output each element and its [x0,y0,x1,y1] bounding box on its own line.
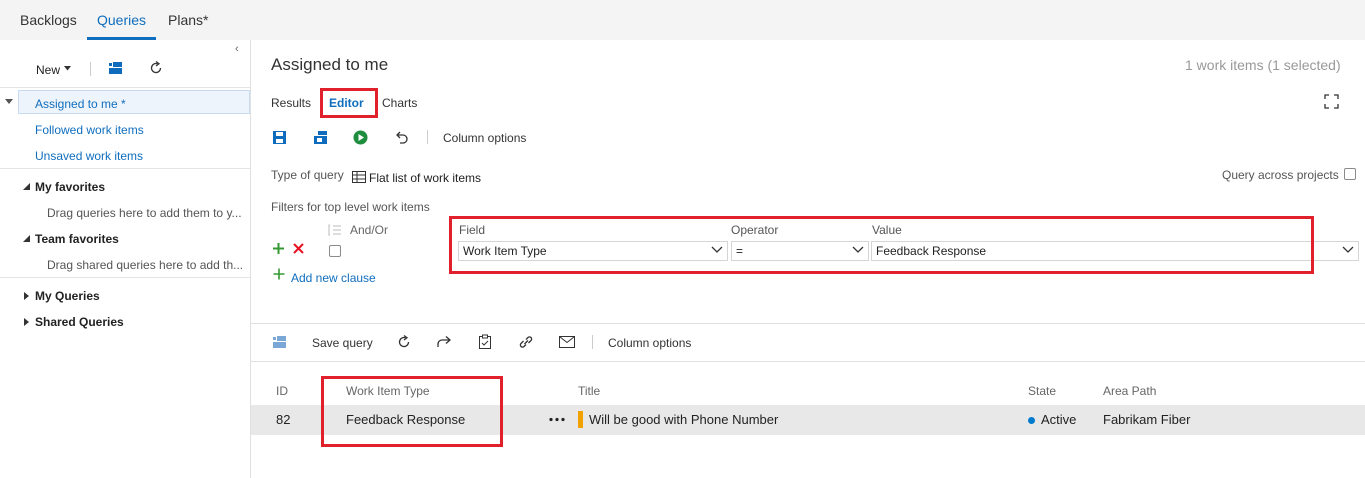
link-icon[interactable] [518,335,534,349]
fullscreen-icon[interactable] [1324,94,1339,109]
divider [0,277,250,278]
shared-queries-folder[interactable]: Shared Queries [35,315,124,329]
collapsed-triangle-icon[interactable] [24,292,29,300]
divider [251,361,1365,362]
clipboard-icon[interactable] [478,334,492,350]
query-assigned-to-me[interactable]: Assigned to me * [35,97,126,111]
toolbar-divider [90,62,91,76]
my-favorites-hint: Drag queries here to add them to y... [47,206,242,220]
cell-state: Active [1041,412,1077,427]
flat-list-icon [352,171,366,183]
column-header-id[interactable]: ID [276,384,288,398]
and-or-header: And/Or [350,223,389,237]
add-new-clause-link[interactable]: Add new clause [291,271,376,285]
my-favorites-heading[interactable]: My favorites [35,180,105,194]
divider [0,168,250,169]
query-followed-work-items[interactable]: Followed work items [35,123,144,137]
column-header-area-path[interactable]: Area Path [1103,384,1156,398]
save-query-button[interactable]: Save query [312,336,373,350]
work-item-count: 1 work items (1 selected) [1185,57,1341,73]
my-queries-folder[interactable]: My Queries [35,289,100,303]
save-icon[interactable] [272,130,287,145]
top-nav: Backlogs Queries Plans* [0,0,1365,40]
team-favorites-hint: Drag shared queries here to add th... [47,258,244,272]
remove-clause-icon[interactable] [292,242,305,255]
collapsed-triangle-icon[interactable] [24,318,29,326]
expanded-triangle-icon[interactable] [23,235,30,242]
query-type-selector[interactable]: Flat list of work items [369,171,481,185]
forward-icon[interactable] [436,335,452,349]
column-options-button[interactable]: Column options [608,336,691,350]
cell-title[interactable]: Will be good with Phone Number [589,412,778,427]
state-active-dot-icon [1028,417,1035,424]
expanded-triangle-icon[interactable] [23,183,30,190]
column-options-button[interactable]: Column options [443,131,526,145]
new-query-icon[interactable] [108,61,124,75]
undo-icon[interactable] [394,130,409,145]
toolbar-divider [592,335,593,349]
new-query-icon[interactable] [272,335,288,349]
new-button[interactable]: New [36,63,60,77]
new-dropdown-caret-icon[interactable] [64,66,71,71]
tab-plans[interactable]: Plans* [168,12,208,28]
insert-clause-icon[interactable] [272,242,285,255]
query-title: Assigned to me [271,55,389,74]
tab-results[interactable]: Results [271,96,311,110]
query-across-projects-checkbox[interactable] [1344,168,1356,180]
query-unsaved-work-items[interactable]: Unsaved work items [35,149,143,163]
refresh-icon[interactable] [148,60,164,76]
toolbar-divider [427,130,428,144]
run-query-icon[interactable] [353,130,368,145]
work-item-type-highlight [321,376,503,447]
save-as-icon[interactable] [313,130,329,145]
collapse-pane-icon[interactable]: ‹ [235,43,239,55]
work-item-color-bar [578,411,583,428]
team-favorites-heading[interactable]: Team favorites [35,232,119,246]
editor-tab-highlight [320,88,378,118]
column-header-state[interactable]: State [1028,384,1056,398]
refresh-icon[interactable] [396,334,412,350]
cell-area-path: Fabrikam Fiber [1103,412,1191,427]
divider [251,323,1365,324]
group-clauses-icon[interactable] [328,224,342,236]
filters-label: Filters for top level work items [271,200,430,214]
left-pane: ‹ New Assigned to me * Followed work ite… [0,40,251,478]
tab-queries[interactable]: Queries [97,12,146,28]
clause-highlight [449,216,1314,274]
type-of-query-label: Type of query [271,168,344,182]
expand-caret-icon[interactable] [5,99,13,105]
cell-id: 82 [276,412,291,427]
new-button-label: New [36,63,61,77]
tab-charts[interactable]: Charts [382,96,417,110]
divider [0,87,250,88]
query-across-projects-label: Query across projects [1222,168,1339,182]
column-header-title[interactable]: Title [578,384,600,398]
add-clause-icon[interactable] [273,268,285,280]
clause-select-checkbox[interactable] [329,245,341,257]
email-icon[interactable] [559,336,575,348]
more-actions-icon[interactable] [549,417,565,422]
tab-backlogs[interactable]: Backlogs [20,12,77,28]
chevron-down-icon [1342,246,1354,254]
